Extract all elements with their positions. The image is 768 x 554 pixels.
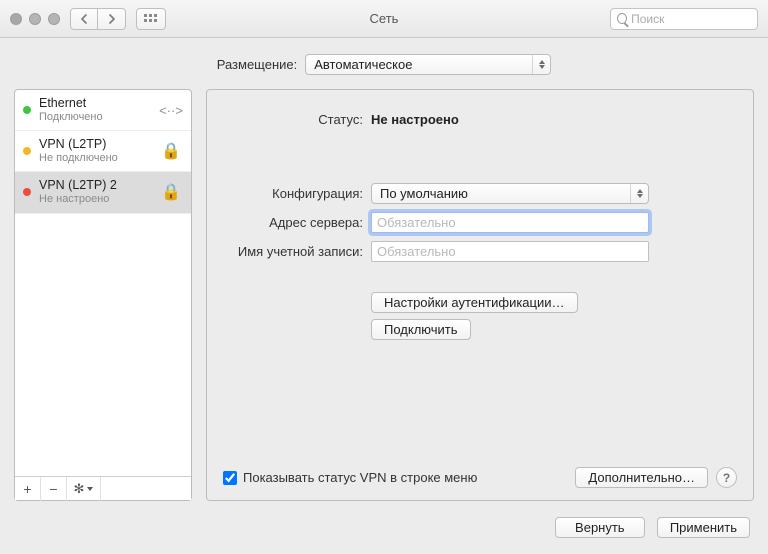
back-button[interactable]	[70, 8, 98, 30]
add-service-button[interactable]: +	[15, 477, 41, 501]
gear-icon: ✻	[74, 481, 85, 497]
titlebar: Сеть	[0, 0, 768, 38]
content: Размещение: Автоматическое Ethernet Подк…	[0, 38, 768, 554]
service-text: VPN (L2TP) Не подключено	[39, 137, 159, 165]
search-field[interactable]	[610, 8, 758, 30]
search-icon	[617, 13, 627, 24]
auth-row: Настройки аутентификации…	[207, 292, 735, 313]
service-text: VPN (L2TP) 2 Не настроено	[39, 178, 159, 206]
chevron-updown-icon	[532, 55, 550, 74]
account-row: Имя учетной записи:	[207, 241, 735, 262]
service-status: Подключено	[39, 111, 159, 124]
grid-icon	[144, 14, 158, 24]
service-name: Ethernet	[39, 96, 159, 111]
service-item-ethernet[interactable]: Ethernet Подключено <··>	[15, 90, 191, 131]
status-row: Статус: Не настроено	[207, 112, 735, 127]
config-value: По умолчанию	[380, 186, 468, 201]
help-button[interactable]: ?	[716, 467, 737, 488]
service-item-vpn-2[interactable]: VPN (L2TP) 2 Не настроено 🔒	[15, 172, 191, 213]
main-row: Ethernet Подключено <··> VPN (L2TP) Не п…	[0, 89, 768, 509]
connect-row: Подключить	[207, 319, 735, 340]
menu-bar-row: Показывать статус VPN в строке меню Допо…	[223, 467, 737, 488]
nav-buttons	[70, 8, 126, 30]
config-label: Конфигурация:	[207, 186, 371, 201]
show-vpn-status-checkbox[interactable]	[223, 471, 237, 485]
zoom-icon[interactable]	[48, 13, 60, 25]
chevron-left-icon	[80, 14, 89, 24]
search-input[interactable]	[631, 12, 751, 26]
status-dot-icon	[23, 147, 31, 155]
service-name: VPN (L2TP) 2	[39, 178, 159, 193]
location-value: Автоматическое	[314, 57, 412, 72]
service-item-vpn[interactable]: VPN (L2TP) Не подключено 🔒	[15, 131, 191, 172]
show-all-button[interactable]	[136, 8, 166, 30]
status-label: Статус:	[207, 112, 371, 127]
server-row: Адрес сервера:	[207, 212, 735, 233]
status-dot-icon	[23, 188, 31, 196]
lock-icon: 🔒	[159, 181, 183, 203]
traffic-lights	[10, 13, 60, 25]
server-label: Адрес сервера:	[207, 215, 371, 230]
auth-settings-button[interactable]: Настройки аутентификации…	[371, 292, 578, 313]
apply-button[interactable]: Применить	[657, 517, 750, 538]
remove-service-button[interactable]: −	[41, 477, 67, 501]
location-popup[interactable]: Автоматическое	[305, 54, 551, 75]
ethernet-icon: <··>	[159, 99, 183, 121]
service-tools: + − ✻	[15, 476, 191, 500]
minimize-icon[interactable]	[29, 13, 41, 25]
chevron-right-icon	[107, 14, 116, 24]
service-status: Не настроено	[39, 193, 159, 206]
service-status: Не подключено	[39, 152, 159, 165]
forward-button[interactable]	[98, 8, 126, 30]
service-text: Ethernet Подключено	[39, 96, 159, 124]
status-value: Не настроено	[371, 112, 735, 127]
location-label: Размещение:	[217, 57, 298, 72]
server-input[interactable]	[371, 212, 649, 233]
advanced-button[interactable]: Дополнительно…	[575, 467, 708, 488]
service-name: VPN (L2TP)	[39, 137, 159, 152]
detail-panel: Статус: Не настроено Конфигурация: По ум…	[206, 89, 754, 501]
config-popup[interactable]: По умолчанию	[371, 183, 649, 204]
service-list: Ethernet Подключено <··> VPN (L2TP) Не п…	[15, 90, 191, 476]
config-row: Конфигурация: По умолчанию	[207, 183, 735, 204]
revert-button[interactable]: Вернуть	[555, 517, 645, 538]
status-dot-icon	[23, 106, 31, 114]
chevron-down-icon	[87, 487, 93, 491]
account-input[interactable]	[371, 241, 649, 262]
close-icon[interactable]	[10, 13, 22, 25]
service-actions-button[interactable]: ✻	[67, 477, 101, 501]
service-sidebar: Ethernet Подключено <··> VPN (L2TP) Не п…	[14, 89, 192, 501]
account-label: Имя учетной записи:	[207, 244, 371, 259]
connect-button[interactable]: Подключить	[371, 319, 471, 340]
lock-icon: 🔒	[159, 140, 183, 162]
footer: Вернуть Применить	[0, 509, 768, 554]
show-vpn-status-label: Показывать статус VPN в строке меню	[243, 470, 477, 485]
chevron-updown-icon	[630, 184, 648, 203]
location-row: Размещение: Автоматическое	[0, 38, 768, 89]
